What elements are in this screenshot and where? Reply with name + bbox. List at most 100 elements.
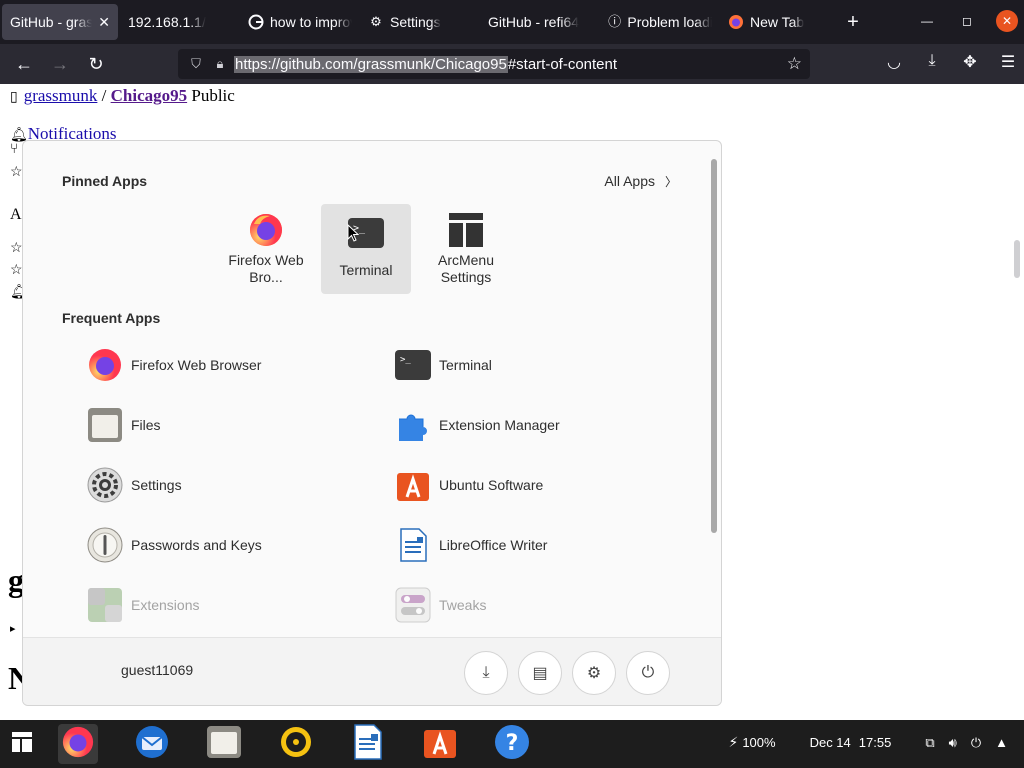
arcmenu-button[interactable]: [2, 724, 42, 764]
downloads-button[interactable]: ⤓: [464, 651, 508, 695]
firefox-icon: [248, 212, 284, 248]
app-label: Extension Manager: [439, 417, 560, 433]
arcmenu-icon: [11, 731, 33, 758]
mouse-pointer-icon: [347, 223, 360, 242]
taskbar-rhythmbox[interactable]: [276, 724, 316, 764]
frequent-app-extensions[interactable]: Extensions: [87, 585, 199, 625]
app-label: LibreOffice Writer: [439, 537, 548, 553]
taskbar-ubuntu-software[interactable]: [420, 724, 460, 764]
taskbar-firefox[interactable]: [58, 724, 98, 764]
tab-problem-loading[interactable]: ⓘ Problem loading: [600, 0, 720, 44]
close-icon[interactable]: ✕: [98, 14, 110, 31]
tab-label: New Tab: [750, 14, 805, 30]
svg-text:?: ?: [506, 731, 519, 756]
page-scrollbar[interactable]: [1014, 240, 1020, 278]
frequent-app-ubuntu-software[interactable]: Ubuntu Software: [395, 465, 543, 505]
tab-google-search[interactable]: how to improve: [240, 0, 360, 44]
frequent-app-terminal[interactable]: >_ Terminal: [395, 345, 492, 385]
extensions-icon: [87, 587, 123, 623]
pinned-app-label: ArcMenu Settings: [437, 252, 495, 285]
extension-icon[interactable]: ✥: [960, 52, 980, 72]
tab-label: GitHub - refi64: [488, 14, 580, 30]
ubuntu-software-icon: [422, 724, 458, 765]
app-label: Extensions: [131, 597, 200, 613]
app-label: Tweaks: [439, 597, 487, 613]
taskbar-files[interactable]: [204, 724, 244, 764]
pinned-app-firefox[interactable]: Firefox Web Bro...: [221, 204, 311, 294]
new-tab-button[interactable]: +: [836, 11, 870, 34]
frequent-app-libreoffice-writer[interactable]: LibreOffice Writer: [395, 525, 547, 565]
taskbar-help[interactable]: ?: [492, 724, 532, 764]
url-selected-text: https://github.com/grassmunk/Chicago95: [234, 55, 508, 73]
close-window-icon[interactable]: ✕: [996, 10, 1018, 32]
pinned-app-label: Terminal: [339, 262, 393, 278]
menu-scrollbar[interactable]: [711, 159, 717, 533]
clock-time[interactable]: 17:55: [859, 735, 892, 750]
user-name[interactable]: guest11069: [121, 662, 193, 678]
tab-router[interactable]: 192.168.1.1/: [120, 0, 240, 44]
bookmark-star-icon[interactable]: ☆: [787, 54, 802, 74]
avatar[interactable]: [93, 662, 113, 682]
forward-button[interactable]: →: [42, 48, 78, 80]
help-icon: ?: [494, 724, 530, 765]
chevron-up-icon[interactable]: ▲: [995, 735, 1008, 750]
toolbar-right: ◡ ⤓ ✥ ☰: [884, 52, 1018, 72]
files-icon: [206, 724, 242, 765]
tab-label: Settings: [390, 14, 441, 30]
frequent-app-firefox[interactable]: Firefox Web Browser: [87, 345, 261, 385]
tab-settings[interactable]: ⚙ Settings: [360, 0, 480, 44]
frequent-app-files[interactable]: Files: [87, 405, 161, 445]
writer-icon: [395, 527, 431, 563]
hamburger-menu-icon[interactable]: ☰: [998, 52, 1018, 72]
firefox-icon: [61, 725, 95, 764]
app-label: Settings: [131, 477, 182, 493]
pinned-app-arcmenu-settings[interactable]: ArcMenu Settings: [421, 204, 511, 294]
minimize-icon[interactable]: —: [916, 10, 938, 32]
url-bar[interactable]: ⛉ 🔒︎ https://github.com/grassmunk/Chicag…: [178, 49, 810, 79]
clock-date[interactable]: Dec 14: [810, 735, 851, 750]
tab-github-refi64[interactable]: GitHub - refi64: [480, 0, 600, 44]
back-button[interactable]: ←: [6, 48, 42, 80]
path-separator: /: [97, 86, 111, 105]
network-icon[interactable]: ⧉: [925, 735, 934, 751]
repo-link[interactable]: Chicago95: [111, 86, 188, 105]
passwords-icon: [87, 527, 123, 563]
power-icon[interactable]: ⏻: [971, 735, 981, 751]
star-icon: ☆: [10, 241, 23, 256]
tab-label: GitHub - grassmunk/Chicago95: [10, 14, 93, 30]
documents-button[interactable]: ▤: [518, 651, 562, 695]
settings-button[interactable]: ⚙: [572, 651, 616, 695]
app-label: Terminal: [439, 357, 492, 373]
navigation-bar: ← → ↻ ⛉ 🔒︎ https://github.com/grassmunk/…: [0, 44, 1024, 84]
downloads-icon[interactable]: ⤓: [922, 52, 942, 72]
frequent-app-passwords-keys[interactable]: Passwords and Keys: [87, 525, 262, 565]
firefox-icon: [87, 347, 123, 383]
all-apps-label: All Apps: [604, 173, 655, 189]
volume-icon[interactable]: 🔊︎: [949, 735, 957, 751]
power-button[interactable]: ⏻: [626, 651, 670, 695]
frequent-app-tweaks[interactable]: Tweaks: [395, 585, 486, 625]
all-apps-button[interactable]: All Apps 〉: [604, 173, 677, 190]
taskbar-libreoffice-writer[interactable]: [348, 723, 388, 765]
visibility-label: Public: [191, 86, 235, 105]
battery-icon[interactable]: ⚡︎: [728, 734, 738, 751]
pinned-app-terminal[interactable]: >_ Terminal: [321, 204, 411, 294]
url-fragment: #start-of-content: [507, 55, 618, 73]
svg-text:>_: >_: [400, 355, 411, 365]
disclosure-triangle[interactable]: ▸: [10, 622, 16, 635]
pocket-icon[interactable]: ◡: [884, 52, 904, 72]
frequent-app-extension-manager[interactable]: Extension Manager: [395, 405, 560, 445]
frequent-app-settings[interactable]: Settings: [87, 465, 182, 505]
writer-icon: [353, 723, 383, 765]
tab-label: 192.168.1.1/: [128, 14, 206, 30]
tweaks-icon: [395, 587, 431, 623]
tab-new-tab[interactable]: New Tab: [720, 0, 832, 44]
shield-icon[interactable]: ⛉: [186, 56, 206, 72]
tab-github-chicago95[interactable]: GitHub - grassmunk/Chicago95 ✕: [2, 4, 118, 40]
lock-icon[interactable]: 🔒︎: [210, 56, 230, 72]
rhythmbox-icon: [280, 726, 312, 763]
owner-link[interactable]: grassmunk: [24, 86, 98, 105]
reload-button[interactable]: ↻: [78, 48, 114, 80]
taskbar-thunderbird[interactable]: [132, 724, 172, 764]
maximize-icon[interactable]: ◻: [956, 10, 978, 32]
